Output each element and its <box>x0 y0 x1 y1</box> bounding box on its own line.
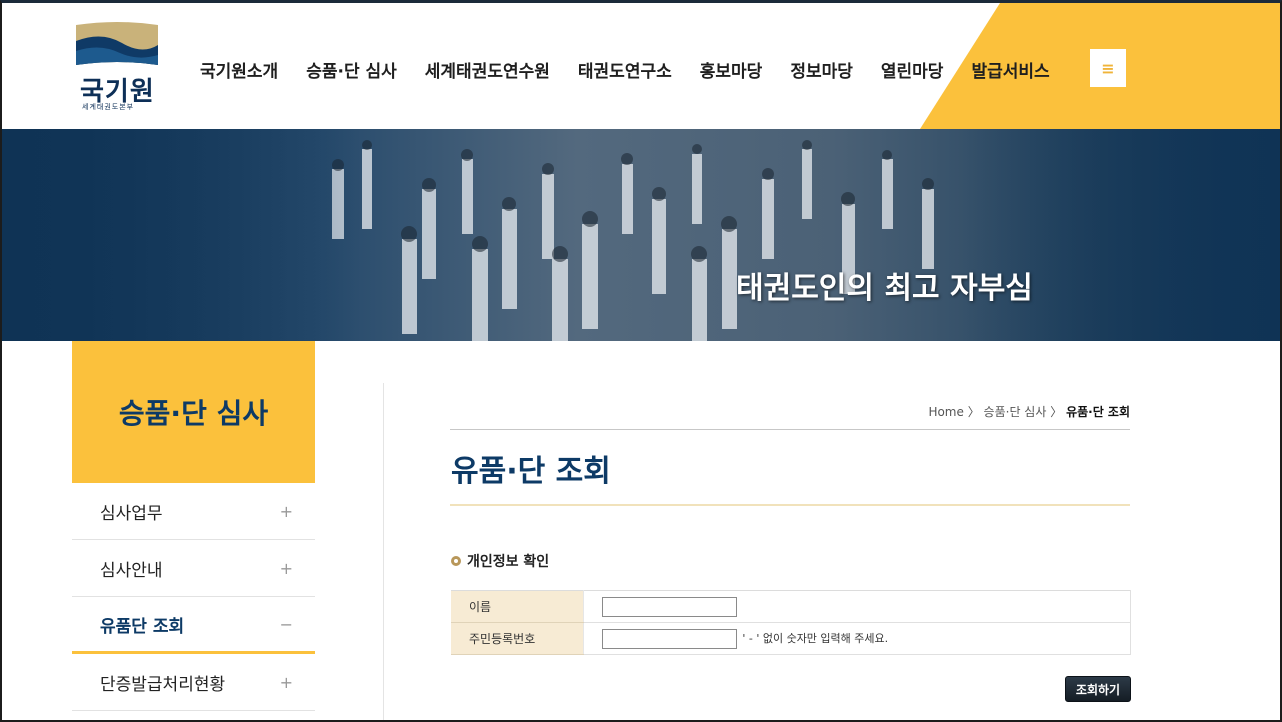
breadcrumb-home[interactable]: Home <box>928 405 963 419</box>
plus-icon: + <box>279 672 293 692</box>
sidebar-item-label: 심사업무 <box>100 503 163 524</box>
menu-button[interactable]: ≡ <box>1090 49 1126 87</box>
sidebar-menu: 심사업무 + 심사안내 + 유품단 조회 − 단증발급처리현황 + <box>72 483 315 711</box>
breadcrumb-current: 유품·단 조회 <box>1066 405 1130 419</box>
nav-item-pr[interactable]: 홍보마당 <box>700 57 763 82</box>
sidebar-title: 승품·단 심사 <box>118 397 269 430</box>
name-input[interactable] <box>601 596 737 617</box>
main-navigation: 국기원소개 승품·단 심사 세계태권도연수원 태권도연구소 홍보마당 정보마당 … <box>200 57 1078 82</box>
sidebar-item-label: 유품단 조회 <box>100 616 185 637</box>
hero-banner: 태권도인의 최고 자부심 <box>2 129 1280 341</box>
nav-item-academy[interactable]: 세계태권도연수원 <box>425 57 550 82</box>
sidebar-item-certificate-status[interactable]: 단증발급처리현황 + <box>72 654 315 711</box>
resident-number-input[interactable] <box>601 628 737 649</box>
logo-subtitle: 세계태권도본부 <box>82 103 135 111</box>
title-divider <box>450 504 1130 506</box>
sidebar-item-test-guide[interactable]: 심사안내 + <box>72 540 315 597</box>
bullet-icon <box>451 556 461 566</box>
site-header: 국기원 세계태권도본부 국기원소개 승품·단 심사 세계태권도연수원 태권도연구… <box>2 3 1280 129</box>
sidebar-item-label: 심사안내 <box>100 560 163 581</box>
section-heading: 개인정보 확인 <box>451 551 549 571</box>
sidebar-item-rank-lookup[interactable]: 유품단 조회 − <box>72 597 315 654</box>
logo-mark-icon <box>76 22 158 65</box>
nav-item-about[interactable]: 국기원소개 <box>200 57 278 82</box>
browser-frame: 국기원 세계태권도본부 국기원소개 승품·단 심사 세계태권도연수원 태권도연구… <box>0 0 1282 722</box>
hamburger-icon: ≡ <box>1101 58 1115 78</box>
plus-icon: + <box>279 558 293 578</box>
nav-item-issuance[interactable]: 발급서비스 <box>971 57 1049 82</box>
name-label: 이름 <box>451 590 584 623</box>
breadcrumb-separator: 〉 <box>967 405 980 419</box>
sidebar-title-box: 승품·단 심사 <box>72 341 315 483</box>
minus-icon: − <box>279 614 293 634</box>
content-divider <box>383 383 384 720</box>
form-row-name: 이름 <box>451 590 1131 623</box>
form-row-resident-number: 주민등록번호 ' - ' 없이 숫자만 입력해 주세요. <box>451 622 1131 655</box>
personal-info-form: 이름 주민등록번호 ' - ' 없이 숫자만 입력해 주세요. <box>451 590 1131 655</box>
banner-photo <box>2 129 1280 341</box>
kukkiwon-logo[interactable]: 국기원 세계태권도본부 <box>70 21 164 113</box>
resident-number-hint: ' - ' 없이 숫자만 입력해 주세요. <box>742 632 889 645</box>
search-button[interactable]: 조회하기 <box>1065 676 1131 702</box>
breadcrumb-section[interactable]: 승품·단 심사 <box>984 405 1047 419</box>
banner-slogan: 태권도인의 최고 자부심 <box>736 271 1033 306</box>
nav-item-open-forum[interactable]: 열린마당 <box>881 57 944 82</box>
nav-item-info[interactable]: 정보마당 <box>790 57 853 82</box>
section-title: 개인정보 확인 <box>467 554 550 570</box>
resident-number-label: 주민등록번호 <box>451 622 584 655</box>
breadcrumb: Home 〉 승품·단 심사 〉 유품·단 조회 <box>450 403 1130 420</box>
nav-item-promotion-test[interactable]: 승품·단 심사 <box>306 57 397 82</box>
sidebar-item-label: 단증발급처리현황 <box>100 674 226 695</box>
breadcrumb-divider <box>450 429 1130 430</box>
breadcrumb-separator: 〉 <box>1050 405 1063 419</box>
sidebar-item-test-work[interactable]: 심사업무 + <box>72 483 315 540</box>
nav-item-research[interactable]: 태권도연구소 <box>578 57 672 82</box>
plus-icon: + <box>279 501 293 521</box>
page-title: 유품·단 조회 <box>451 454 611 489</box>
